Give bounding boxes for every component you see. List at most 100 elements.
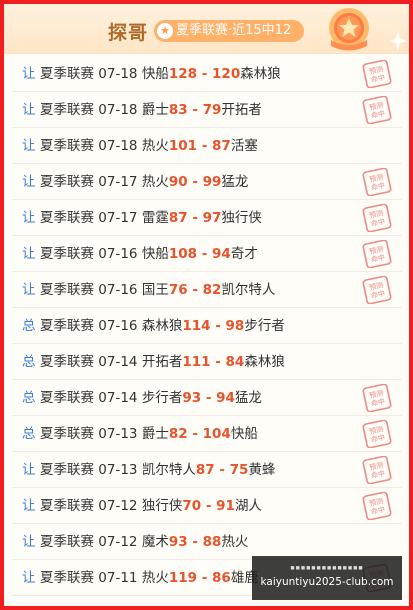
- star-icon: ★: [157, 23, 173, 39]
- match-info: 夏季联赛 07-14 步行者93 - 94猛龙: [40, 380, 262, 416]
- prediction-row[interactable]: 总夏季联赛 07-13 爵士82 - 104快船 预测 命中: [12, 416, 402, 452]
- prediction-row[interactable]: 让夏季联赛 07-13 凯尔特人87 - 75黄蜂 预测 命中: [12, 452, 402, 488]
- prediction-row[interactable]: 让夏季联赛 07-17 热火90 - 99猛龙 预测 命中: [12, 164, 402, 200]
- away-score: 82: [202, 282, 222, 298]
- match-info: 夏季联赛 07-16 国王76 - 82凯尔特人: [40, 272, 275, 308]
- away-team: 奇才: [230, 246, 258, 262]
- home-team: 热火: [141, 138, 169, 154]
- home-score: 87: [168, 210, 188, 226]
- home-team: 热火: [141, 174, 169, 190]
- prediction-row[interactable]: 让夏季联赛 07-18 热火101 - 87活塞: [12, 128, 402, 164]
- home-score: 83: [168, 102, 188, 118]
- match-date: 07-17: [98, 210, 138, 226]
- bet-type-tag: 让: [22, 534, 36, 550]
- away-score: 98: [225, 318, 245, 334]
- away-team: 森林狼: [240, 66, 281, 82]
- match-info: 夏季联赛 07-18 热火101 - 87活塞: [40, 128, 258, 164]
- score-separator: -: [187, 174, 203, 190]
- prediction-row[interactable]: 总夏季联赛 07-16 森林狼114 - 98步行者: [12, 308, 402, 344]
- home-team: 快船: [141, 66, 169, 82]
- header: 探哥 ★ 夏季联赛·近15中12: [4, 4, 409, 54]
- hit-stamp-icon: 预测命中: [362, 240, 392, 268]
- match-info: 夏季联赛 07-12 魔术93 - 88热火: [40, 524, 248, 560]
- score-separator: -: [201, 498, 217, 514]
- record-badge: ★ 夏季联赛·近15中12: [154, 20, 304, 42]
- home-team: 森林狼: [141, 318, 183, 334]
- prediction-row[interactable]: 让夏季联赛 07-17 雷霆87 - 97独行侠 预测 命中: [12, 200, 402, 236]
- league-name: 夏季联赛: [40, 426, 94, 442]
- league-name: 夏季联赛: [40, 174, 94, 190]
- bet-type-tag: 让: [22, 570, 36, 586]
- prediction-row[interactable]: 让夏季联赛 07-12 魔术93 - 88热火: [12, 524, 402, 560]
- home-team: 步行者: [141, 390, 183, 406]
- away-team: 活塞: [230, 138, 258, 154]
- score-separator: -: [197, 570, 213, 586]
- home-score: 70: [182, 498, 202, 514]
- home-score: 93: [182, 390, 202, 406]
- match-date: 07-13: [98, 462, 138, 478]
- prediction-row[interactable]: 让夏季联赛 07-18 快船128 - 120森林狼 预测 命中: [12, 56, 402, 92]
- hit-stamp-icon: 预测命中: [362, 168, 392, 196]
- home-score: 119: [168, 570, 198, 586]
- prediction-list: 让夏季联赛 07-18 快船128 - 120森林狼 预测 命中让夏季联赛 07-1…: [12, 56, 402, 596]
- watermark-line-1: ■■■■■■■■■■■■■■: [290, 565, 364, 572]
- away-score: 88: [202, 534, 222, 550]
- away-score: 94: [216, 390, 235, 406]
- score-separator: -: [201, 390, 217, 406]
- prediction-row[interactable]: 让夏季联赛 07-12 独行侠70 - 91湖人 预测 命中: [12, 488, 402, 524]
- match-date: 07-17: [98, 174, 138, 190]
- match-date: 07-16: [98, 282, 138, 298]
- match-date: 07-14: [98, 390, 138, 406]
- prediction-row[interactable]: 总夏季联赛 07-14 步行者93 - 94猛龙 预测 命中: [12, 380, 402, 416]
- hit-stamp-icon: 预测命中: [362, 456, 392, 484]
- match-date: 07-14: [98, 354, 138, 370]
- score-separator: -: [187, 210, 203, 226]
- match-info: 夏季联赛 07-13 凯尔特人87 - 75黄蜂: [40, 452, 275, 488]
- match-date: 07-12: [98, 534, 138, 550]
- match-date: 07-18: [98, 66, 138, 82]
- hit-stamp-icon: 预测命中: [362, 276, 392, 304]
- home-score: 111: [182, 354, 211, 370]
- away-score: 91: [216, 498, 235, 514]
- match-date: 07-16: [98, 246, 138, 262]
- prediction-row[interactable]: 让夏季联赛 07-16 快船108 - 94奇才 预测 命中: [12, 236, 402, 272]
- away-team: 湖人: [234, 498, 262, 514]
- away-score: 120: [212, 66, 241, 82]
- away-team: 猛龙: [234, 390, 262, 406]
- league-name: 夏季联赛: [40, 138, 94, 154]
- bet-type-tag: 让: [22, 246, 36, 262]
- match-info: 夏季联赛 07-17 雷霆87 - 97独行侠: [40, 200, 262, 236]
- prediction-row[interactable]: 让夏季联赛 07-18 爵士83 - 79开拓者 预测 命中: [12, 92, 402, 128]
- score-separator: -: [197, 246, 213, 262]
- bet-type-tag: 让: [22, 66, 36, 82]
- home-team: 开拓者: [141, 354, 183, 370]
- league-name: 夏季联赛: [40, 246, 94, 262]
- home-score: 108: [168, 246, 198, 262]
- match-date: 07-11: [98, 570, 138, 586]
- hit-stamp-icon: 预测命中: [362, 384, 392, 412]
- match-info: 夏季联赛 07-13 爵士82 - 104快船: [40, 416, 258, 452]
- home-team: 快船: [141, 246, 169, 262]
- score-separator: -: [187, 102, 203, 118]
- away-team: 开拓者: [221, 102, 262, 118]
- bet-type-tag: 总: [22, 390, 36, 406]
- record-badge-text: 夏季联赛·近15中12: [176, 23, 292, 38]
- away-team: 热火: [221, 534, 249, 550]
- score-separator: -: [187, 426, 203, 442]
- away-score: 84: [225, 354, 245, 370]
- away-score: 87: [212, 138, 231, 154]
- home-score: 87: [195, 462, 215, 478]
- bet-type-tag: 让: [22, 138, 36, 154]
- away-team: 步行者: [244, 318, 285, 334]
- match-date: 07-18: [98, 102, 138, 118]
- away-team: 猛龙: [221, 174, 249, 190]
- home-team: 雷霆: [141, 210, 169, 226]
- bet-type-tag: 让: [22, 498, 36, 514]
- prediction-row[interactable]: 总夏季联赛 07-14 开拓者111 - 84森林狼: [12, 344, 402, 380]
- away-team: 独行侠: [221, 210, 262, 226]
- match-info: 夏季联赛 07-18 爵士83 - 79开拓者: [40, 92, 262, 128]
- match-info: 夏季联赛 07-11 热火119 - 86雄鹿: [40, 560, 258, 596]
- bet-type-tag: 让: [22, 462, 36, 478]
- hit-stamp-icon: 预测命中: [362, 204, 392, 232]
- prediction-row[interactable]: 让夏季联赛 07-16 国王76 - 82凯尔特人 预测 命中: [12, 272, 402, 308]
